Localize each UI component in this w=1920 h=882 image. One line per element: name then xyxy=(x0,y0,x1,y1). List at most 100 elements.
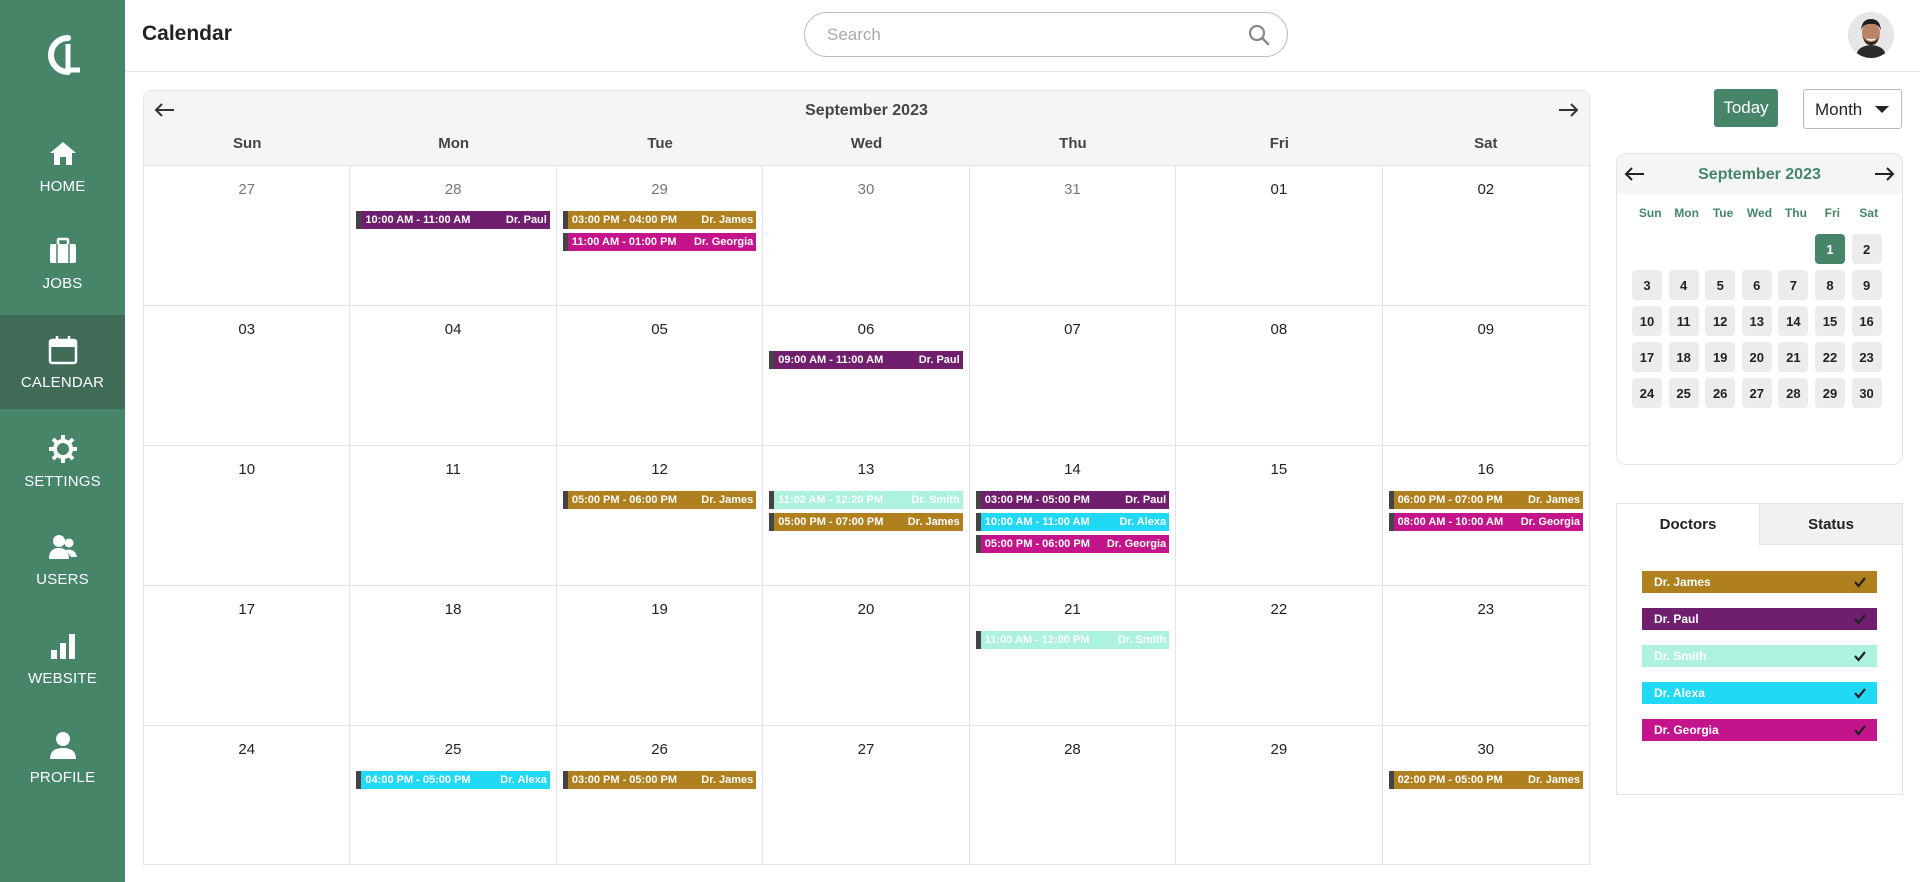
mini-day[interactable]: 30 xyxy=(1851,378,1882,408)
mini-day[interactable]: 29 xyxy=(1814,378,1845,408)
day-cell[interactable]: 26 03:00 PM - 05:00 PM Dr. James xyxy=(557,726,764,864)
calendar-event[interactable]: 03:00 PM - 05:00 PM Dr. Paul xyxy=(975,491,1170,509)
mini-day[interactable]: 18 xyxy=(1668,342,1699,372)
mini-day[interactable]: 12 xyxy=(1705,306,1736,336)
today-button[interactable]: Today xyxy=(1714,89,1778,127)
mini-day[interactable]: 16 xyxy=(1851,306,1882,336)
mini-day[interactable]: 14 xyxy=(1778,306,1809,336)
mini-day[interactable]: 23 xyxy=(1851,342,1882,372)
day-cell[interactable]: 04 xyxy=(350,306,557,446)
day-cell[interactable]: 28 10:00 AM - 11:00 AM Dr. Paul xyxy=(350,166,557,306)
doctor-filter-item[interactable]: Dr. Paul xyxy=(1642,608,1877,630)
sidebar-item-jobs[interactable]: JOBS xyxy=(0,216,125,310)
mini-day[interactable]: 6 xyxy=(1741,270,1772,300)
mini-day[interactable]: 24 xyxy=(1632,378,1662,408)
calendar-event[interactable]: 11:02 AM - 12:20 PM Dr. Smith xyxy=(769,491,963,509)
mini-day[interactable]: 2 xyxy=(1851,234,1882,264)
sidebar-item-profile[interactable]: PROFILE xyxy=(0,710,125,804)
calendar-event[interactable]: 02:00 PM - 05:00 PM Dr. James xyxy=(1388,771,1583,789)
mini-day[interactable]: 15 xyxy=(1814,306,1845,336)
sidebar-item-settings[interactable]: SETTINGS xyxy=(0,414,125,508)
calendar-event[interactable]: 03:00 PM - 04:00 PM Dr. James xyxy=(562,211,757,229)
day-cell[interactable]: 31 xyxy=(969,166,1177,306)
calendar-event[interactable]: 06:00 PM - 07:00 PM Dr. James xyxy=(1388,491,1583,509)
day-cell[interactable]: 29 03:00 PM - 04:00 PM Dr. James 11:00 AM -… xyxy=(556,166,764,306)
mini-day[interactable]: 7 xyxy=(1778,270,1809,300)
mini-day[interactable]: 3 xyxy=(1632,270,1662,300)
day-cell[interactable]: 29 xyxy=(1176,726,1383,864)
mini-day[interactable]: 17 xyxy=(1632,342,1662,372)
day-cell[interactable]: 08 xyxy=(1176,306,1383,446)
day-cell[interactable]: 28 xyxy=(970,726,1177,864)
doctor-filter-item[interactable]: Dr. Smith xyxy=(1642,645,1877,667)
mini-day[interactable]: 8 xyxy=(1814,270,1845,300)
mini-day[interactable]: 11 xyxy=(1668,306,1699,336)
mini-day[interactable]: 13 xyxy=(1741,306,1772,336)
calendar-event[interactable]: 11:00 AM - 01:00 PM Dr. Georgia xyxy=(562,233,757,251)
search-box[interactable] xyxy=(804,12,1288,57)
mini-day[interactable]: 27 xyxy=(1741,378,1772,408)
mini-next-arrow-icon[interactable] xyxy=(1872,162,1896,186)
calendar-event[interactable]: 10:00 AM - 11:00 AM Dr. Paul xyxy=(356,211,550,229)
tab-status[interactable]: Status xyxy=(1760,504,1902,545)
day-cell[interactable]: 16 06:00 PM - 07:00 PM Dr. James 08:00 AM -… xyxy=(1382,446,1589,586)
day-cell[interactable]: 14 03:00 PM - 05:00 PM Dr. Paul 10:00 AM - … xyxy=(969,446,1177,586)
doctor-filter-item[interactable]: Dr. James xyxy=(1642,571,1877,593)
search-input[interactable] xyxy=(827,23,1227,47)
day-cell[interactable]: 02 xyxy=(1382,166,1589,306)
day-cell[interactable]: 22 xyxy=(1176,586,1383,726)
day-cell[interactable]: 05 xyxy=(556,306,764,446)
day-cell[interactable]: 21 11:00 AM - 12:00 PM Dr. Smith xyxy=(969,586,1177,726)
calendar-event[interactable]: 09:00 AM - 11:00 AM Dr. Paul xyxy=(769,351,963,369)
doctor-filter-item[interactable]: Dr. Georgia xyxy=(1642,719,1877,741)
day-cell[interactable]: 20 xyxy=(763,586,970,726)
mini-day[interactable]: 10 xyxy=(1632,306,1662,336)
calendar-event[interactable]: 03:00 PM - 05:00 PM Dr. James xyxy=(562,771,757,789)
day-cell[interactable]: 23 xyxy=(1382,586,1589,726)
mini-day[interactable]: 22 xyxy=(1814,342,1845,372)
day-cell[interactable]: 13 11:02 AM - 12:20 PM Dr. Smith 05:00 PM -… xyxy=(763,446,970,586)
sidebar-item-calendar[interactable]: CALENDAR xyxy=(0,315,125,409)
avatar[interactable] xyxy=(1848,12,1894,58)
day-cell[interactable]: 25 04:00 PM - 05:00 PM Dr. Alexa xyxy=(350,726,557,864)
sidebar-item-website[interactable]: WEBSITE xyxy=(0,611,125,705)
calendar-event[interactable]: 10:00 AM - 11:00 AM Dr. Alexa xyxy=(975,513,1170,531)
doctor-filter-item[interactable]: Dr. Alexa xyxy=(1642,682,1877,704)
day-cell[interactable]: 17 xyxy=(144,586,351,726)
mini-day[interactable]: 20 xyxy=(1741,342,1772,372)
day-cell[interactable]: 03 xyxy=(144,306,351,446)
day-cell[interactable]: 30 02:00 PM - 05:00 PM Dr. James xyxy=(1383,726,1589,864)
day-cell[interactable]: 06 09:00 AM - 11:00 AM Dr. Paul xyxy=(763,306,970,446)
mini-day[interactable]: 26 xyxy=(1705,378,1736,408)
view-select[interactable]: Month xyxy=(1803,89,1902,129)
day-cell[interactable]: 09 xyxy=(1382,306,1589,446)
sidebar-item-home[interactable]: HOME xyxy=(0,119,125,213)
mini-day[interactable]: 9 xyxy=(1851,270,1882,300)
day-cell[interactable]: 27 xyxy=(763,726,970,864)
day-cell[interactable]: 11 xyxy=(350,446,557,586)
day-cell[interactable]: 15 xyxy=(1176,446,1383,586)
mini-day[interactable]: 28 xyxy=(1778,378,1809,408)
mini-day[interactable]: 5 xyxy=(1705,270,1736,300)
calendar-event[interactable]: 04:00 PM - 05:00 PM Dr. Alexa xyxy=(356,771,550,789)
day-cell[interactable]: 12 05:00 PM - 06:00 PM Dr. James xyxy=(556,446,764,586)
mini-day[interactable]: 21 xyxy=(1778,342,1809,372)
calendar-event[interactable]: 11:00 AM - 12:00 PM Dr. Smith xyxy=(975,631,1170,649)
calendar-event[interactable]: 05:00 PM - 06:00 PM Dr. Georgia xyxy=(975,535,1170,553)
search-icon[interactable] xyxy=(1247,23,1271,47)
day-cell[interactable]: 18 xyxy=(350,586,557,726)
calendar-event[interactable]: 05:00 PM - 06:00 PM Dr. James xyxy=(562,491,757,509)
day-cell[interactable]: 24 xyxy=(144,726,351,864)
mini-day[interactable]: 1 xyxy=(1814,234,1845,264)
next-month-arrow-icon[interactable] xyxy=(1555,97,1581,123)
day-cell[interactable]: 01 xyxy=(1176,166,1383,306)
sidebar-item-users[interactable]: USERS xyxy=(0,512,125,606)
mini-day[interactable]: 4 xyxy=(1668,270,1699,300)
calendar-event[interactable]: 08:00 AM - 10:00 AM Dr. Georgia xyxy=(1388,513,1583,531)
day-cell[interactable]: 10 xyxy=(144,446,351,586)
mini-day[interactable]: 25 xyxy=(1668,378,1699,408)
calendar-event[interactable]: 05:00 PM - 07:00 PM Dr. James xyxy=(769,513,963,531)
day-cell[interactable]: 27 xyxy=(144,166,351,306)
day-cell[interactable]: 19 xyxy=(556,586,764,726)
day-cell[interactable]: 30 xyxy=(763,166,970,306)
